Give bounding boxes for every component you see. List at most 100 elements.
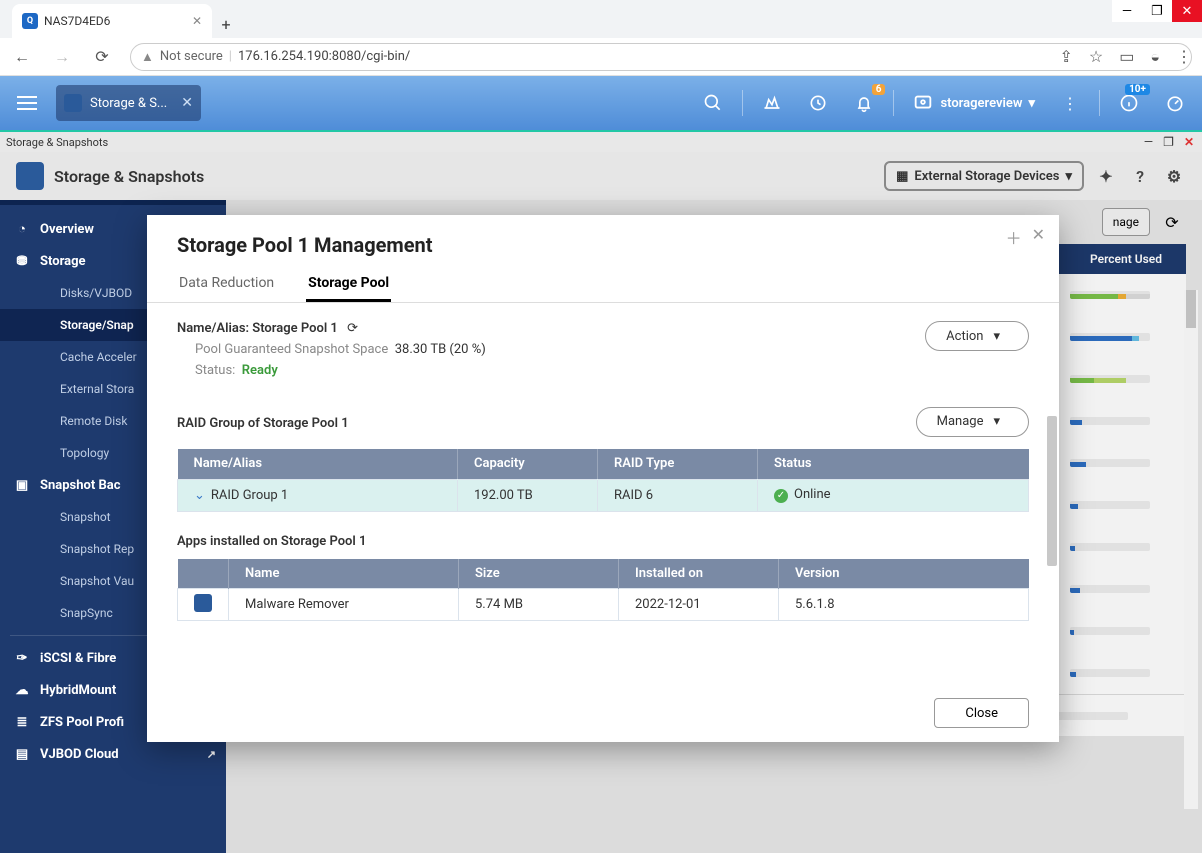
chevron-down-icon: ▾ xyxy=(993,329,1000,344)
info-badge: 10+ xyxy=(1125,84,1150,95)
tab-close-icon[interactable]: ✕ xyxy=(192,14,202,28)
main-scrollbar-track[interactable] xyxy=(1184,290,1198,809)
sidebar-label: Snapshot Bac xyxy=(40,478,121,493)
raid-status: Online xyxy=(794,487,831,502)
app-logo-icon xyxy=(16,162,44,190)
sidebar-label: Overview xyxy=(40,222,94,237)
volume-icon[interactable] xyxy=(755,86,789,120)
profile-icon[interactable]: ◒ xyxy=(1150,47,1160,67)
raid-row[interactable]: ⌄RAID Group 1 192.00 TB RAID 6 ✓Online xyxy=(178,479,1029,511)
tools-icon[interactable]: ✦ xyxy=(1094,164,1118,188)
chain-icon: ✑ xyxy=(14,650,30,666)
refresh-pool-icon[interactable]: ⟳ xyxy=(347,321,358,336)
main-scrollbar-thumb[interactable] xyxy=(1186,290,1196,328)
col-status[interactable]: Status xyxy=(758,449,1029,479)
col-app-name[interactable]: Name xyxy=(229,559,459,589)
app-window-close-icon[interactable]: ✕ xyxy=(1182,135,1196,149)
apps-table: Name Size Installed on Version Malware R… xyxy=(177,559,1029,622)
more-icon[interactable]: ⋮ xyxy=(1053,86,1087,120)
app-window-max-icon[interactable]: ❐ xyxy=(1161,135,1176,149)
reload-button[interactable]: ⟳ xyxy=(90,45,114,69)
col-name[interactable]: Name/Alias xyxy=(178,449,458,479)
notification-icon[interactable]: 6 xyxy=(847,86,881,120)
settings-icon[interactable]: ⚙ xyxy=(1162,164,1186,188)
sidebar-label: VJBOD Cloud xyxy=(40,747,119,762)
raid-name: RAID Group 1 xyxy=(211,488,288,503)
col-app-installed[interactable]: Installed on xyxy=(619,559,779,589)
backup-icon[interactable] xyxy=(801,86,835,120)
app-tab-storage[interactable]: Storage & S... ✕ xyxy=(56,85,201,121)
app-window-min-icon[interactable]: — xyxy=(1142,135,1155,149)
security-label: Not secure xyxy=(160,49,223,64)
window-min-icon[interactable]: — xyxy=(1112,0,1142,22)
apps-section-title: Apps installed on Storage Pool 1 xyxy=(177,534,1029,549)
app-tab-close-icon[interactable]: ✕ xyxy=(181,95,193,111)
dashboard-icon[interactable] xyxy=(1158,86,1192,120)
col-capacity[interactable]: Capacity xyxy=(458,449,598,479)
app-icon xyxy=(64,94,82,112)
search-icon[interactable] xyxy=(696,86,730,120)
layers-icon: ≣ xyxy=(14,714,30,730)
sidebar-label: Snapshot xyxy=(60,510,111,524)
sidebar-label: Remote Disk xyxy=(60,414,127,428)
back-button[interactable]: ← xyxy=(10,45,34,69)
new-tab-button[interactable]: + xyxy=(212,10,240,38)
status-label: Status: xyxy=(195,363,235,378)
raid-manage-button[interactable]: Manage▾ xyxy=(916,407,1029,437)
window-max-icon[interactable]: ❐ xyxy=(1142,0,1172,22)
tab-storage-pool[interactable]: Storage Pool xyxy=(306,267,391,302)
user-menu[interactable]: storagereview ▾ xyxy=(906,92,1041,114)
status-ok-icon: ✓ xyxy=(774,489,788,503)
app-tab-label: Storage & S... xyxy=(90,96,167,111)
external-storage-label: External Storage Devices xyxy=(914,169,1059,184)
chevron-down-icon[interactable]: ⌄ xyxy=(194,488,205,503)
browser-tab[interactable]: Q NAS7D4ED6 ✕ xyxy=(12,4,212,38)
raid-table: Name/Alias Capacity RAID Type Status ⌄ RA… xyxy=(177,449,1029,512)
sidebar-label: ZFS Pool Profi xyxy=(40,715,124,730)
sidebar-item-vjbod[interactable]: ▤VJBOD Cloud xyxy=(0,738,226,770)
forward-button[interactable]: → xyxy=(50,45,74,69)
chevron-down-icon: ▾ xyxy=(1028,96,1035,111)
close-button[interactable]: Close xyxy=(934,698,1029,728)
bookmark-icon[interactable]: ☆ xyxy=(1089,47,1103,67)
modal-title: Storage Pool 1 Management xyxy=(177,233,1029,257)
info-icon[interactable]: 10+ xyxy=(1112,86,1146,120)
app-name: Malware Remover xyxy=(229,589,459,621)
sidebar-label: Cache Acceler xyxy=(60,350,137,364)
favicon-icon: Q xyxy=(22,13,38,29)
menu-toggle-button[interactable] xyxy=(10,86,44,120)
sidebar-label: Snapshot Vau xyxy=(60,574,134,588)
window-close-icon[interactable]: ✕ xyxy=(1172,0,1202,22)
sidebar-label: External Stora xyxy=(60,382,134,396)
modal-close-icon[interactable]: ✕ xyxy=(1032,225,1045,249)
url-text: 176.16.254.190:8080/cgi-bin/ xyxy=(238,49,410,64)
modal-scrollbar[interactable] xyxy=(1047,416,1057,566)
action-button[interactable]: Action▾ xyxy=(925,321,1029,351)
storage-pool-modal: Storage Pool 1 Management ＋ ✕ Data Reduc… xyxy=(147,215,1059,742)
col-app-version[interactable]: Version xyxy=(779,559,1029,589)
help-icon[interactable]: ? xyxy=(1128,164,1152,188)
snapshot-space-label: Pool Guaranteed Snapshot Space xyxy=(177,342,388,357)
address-bar[interactable]: ▲ Not secure | 176.16.254.190:8080/cgi-b… xyxy=(130,43,1192,71)
sidebar-label: Storage xyxy=(40,254,86,269)
external-storage-button[interactable]: ▦ External Storage Devices ▾ xyxy=(884,161,1084,191)
raid-type: RAID 6 xyxy=(598,479,758,511)
app-item-icon xyxy=(194,594,212,612)
notification-badge: 6 xyxy=(872,84,886,95)
drive-icon: ▦ xyxy=(896,169,908,184)
col-app-size[interactable]: Size xyxy=(459,559,619,589)
sidebar-label: Snapshot Rep xyxy=(60,542,134,556)
app-row[interactable]: Malware Remover 5.74 MB 2022-12-01 5.6.1… xyxy=(178,589,1029,621)
sidebar-label: iSCSI & Fibre xyxy=(40,651,116,666)
share-icon[interactable]: ⇪ xyxy=(1059,47,1072,67)
panel-icon[interactable]: ▭ xyxy=(1119,47,1134,67)
sidebar-label: SnapSync xyxy=(60,606,113,620)
tab-data-reduction[interactable]: Data Reduction xyxy=(177,267,276,302)
app-title: Storage & Snapshots xyxy=(54,167,204,186)
chevron-down-icon: ▾ xyxy=(993,414,1000,429)
gauge-icon: ◔ xyxy=(14,221,30,237)
modal-expand-icon[interactable]: ＋ xyxy=(1006,225,1022,249)
sidebar-label: HybridMount xyxy=(40,683,116,698)
menu-icon[interactable]: ⋮ xyxy=(1176,47,1192,67)
col-raid-type[interactable]: RAID Type xyxy=(598,449,758,479)
